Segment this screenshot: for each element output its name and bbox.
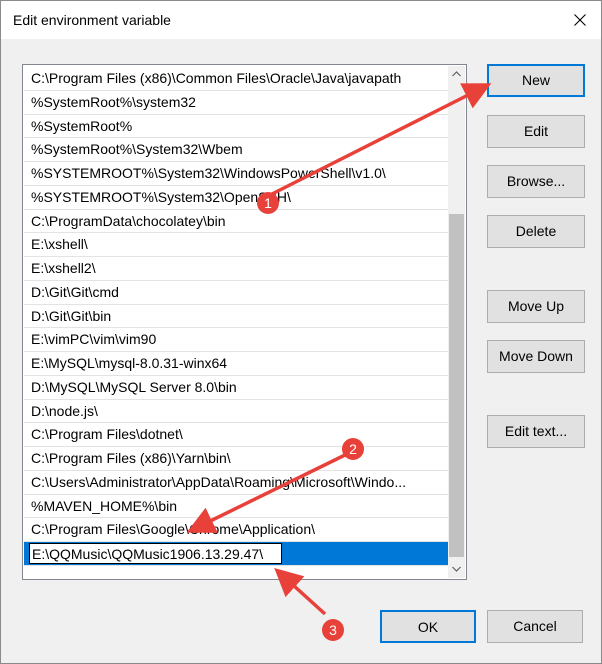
- list-item[interactable]: %SYSTEMROOT%\System32\OpenSSH\: [24, 186, 448, 210]
- list-item[interactable]: D:\MySQL\MySQL Server 8.0\bin: [24, 376, 448, 400]
- path-edit-input[interactable]: [29, 543, 282, 564]
- move-up-button[interactable]: Move Up: [487, 290, 585, 323]
- list-item[interactable]: E:\xshell2\: [24, 257, 448, 281]
- dialog-title: Edit environment variable: [13, 12, 171, 28]
- close-icon: [574, 14, 586, 26]
- new-button[interactable]: New: [487, 64, 585, 97]
- list-item[interactable]: C:\Program Files\Google\Chrome\Applicati…: [24, 518, 448, 542]
- move-down-button[interactable]: Move Down: [487, 340, 585, 373]
- delete-button[interactable]: Delete: [487, 215, 585, 248]
- scroll-up-button[interactable]: [448, 66, 465, 83]
- edit-text-button[interactable]: Edit text...: [487, 415, 585, 448]
- scrollbar-thumb[interactable]: [449, 214, 464, 557]
- edit-button[interactable]: Edit: [487, 115, 585, 148]
- path-list[interactable]: C:\Program Files (x86)\Common Files\Orac…: [22, 64, 467, 580]
- ok-button[interactable]: OK: [380, 610, 476, 643]
- list-item-selected[interactable]: [24, 542, 448, 566]
- chevron-up-icon: [452, 71, 461, 77]
- list-item[interactable]: E:\vimPC\vim\vim90: [24, 328, 448, 352]
- chevron-down-icon: [452, 566, 461, 572]
- list-item[interactable]: %SystemRoot%\system32: [24, 91, 448, 115]
- list-item[interactable]: C:\Program Files\dotnet\: [24, 423, 448, 447]
- title-bar: Edit environment variable: [1, 1, 601, 39]
- browse-button[interactable]: Browse...: [487, 165, 585, 198]
- path-list-rows: C:\Program Files (x86)\Common Files\Orac…: [24, 67, 448, 566]
- vertical-scrollbar[interactable]: [448, 66, 465, 578]
- cancel-button[interactable]: Cancel: [487, 610, 583, 643]
- list-item[interactable]: C:\Users\Administrator\AppData\Roaming\M…: [24, 471, 448, 495]
- list-item[interactable]: %SystemRoot%\System32\Wbem: [24, 138, 448, 162]
- scroll-down-button[interactable]: [448, 561, 465, 578]
- list-item[interactable]: E:\xshell\: [24, 233, 448, 257]
- list-item[interactable]: C:\Program Files (x86)\Common Files\Orac…: [24, 67, 448, 91]
- list-item[interactable]: D:\node.js\: [24, 400, 448, 424]
- list-item[interactable]: %SystemRoot%: [24, 115, 448, 139]
- list-item[interactable]: %MAVEN_HOME%\bin: [24, 495, 448, 519]
- edit-env-var-dialog: Edit environment variable C:\Program Fil…: [0, 0, 602, 664]
- list-item[interactable]: %SYSTEMROOT%\System32\WindowsPowerShell\…: [24, 162, 448, 186]
- list-item[interactable]: C:\Program Files (x86)\Yarn\bin\: [24, 447, 448, 471]
- list-item[interactable]: D:\Git\Git\bin: [24, 305, 448, 329]
- list-item[interactable]: C:\ProgramData\chocolatey\bin: [24, 210, 448, 234]
- close-button[interactable]: [563, 3, 597, 37]
- list-item[interactable]: D:\Git\Git\cmd: [24, 281, 448, 305]
- list-item[interactable]: E:\MySQL\mysql-8.0.31-winx64: [24, 352, 448, 376]
